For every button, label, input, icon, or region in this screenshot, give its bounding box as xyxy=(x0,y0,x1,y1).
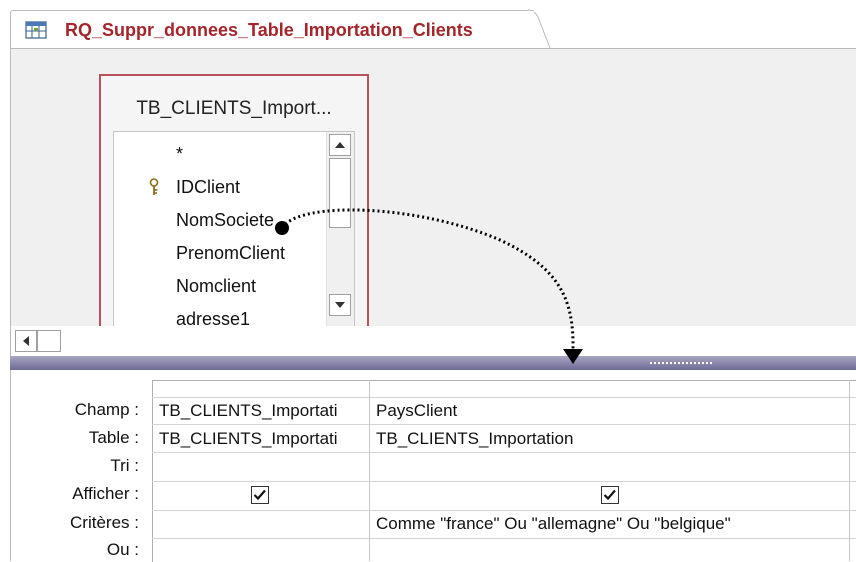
field-idclient[interactable]: IDClient xyxy=(176,177,240,198)
pane-splitter[interactable] xyxy=(10,356,856,370)
chevron-up-icon xyxy=(335,142,345,148)
col2-criteres-cell[interactable]: Comme "france" Ou "allemagne" Ou "belgiq… xyxy=(376,514,846,534)
splitter-grip[interactable] xyxy=(650,362,714,364)
primary-key-icon xyxy=(149,178,159,195)
field-prenomclient[interactable]: PrenomClient xyxy=(176,243,285,264)
field-list-scrollbar[interactable] xyxy=(326,132,354,332)
col1-afficher-checkbox[interactable] xyxy=(251,486,269,504)
grid-separator xyxy=(152,481,856,482)
col1-champ-cell[interactable]: TB_CLIENTS_Importati xyxy=(159,401,367,421)
grid-separator xyxy=(152,424,856,425)
field-nomsociete[interactable]: NomSociete xyxy=(176,210,274,231)
tab-edge xyxy=(528,9,551,49)
grid-separator xyxy=(152,510,856,511)
grid-separator xyxy=(152,397,856,398)
column-separator xyxy=(369,380,370,561)
checkmark-icon xyxy=(603,489,616,501)
row-label-afficher: Afficher : xyxy=(72,484,139,503)
document-tab-bar: RQ_Suppr_donnees_Table_Importation_Clien… xyxy=(0,0,856,49)
grid-separator xyxy=(152,538,856,539)
row-label-criteres: Critères : xyxy=(70,513,139,532)
tab-title: RQ_Suppr_donnees_Table_Importation_Clien… xyxy=(65,20,473,40)
checkmark-icon xyxy=(253,489,266,501)
scroll-left-button[interactable] xyxy=(15,330,37,352)
table-title[interactable]: TB_CLIENTS_Import... xyxy=(101,98,367,120)
scroll-down-button[interactable] xyxy=(329,294,351,316)
query-icon xyxy=(25,21,47,39)
query-tab[interactable]: RQ_Suppr_donnees_Table_Importation_Clien… xyxy=(10,10,534,49)
field-list[interactable]: * IDClient NomSociete PrenomClient Nomcl… xyxy=(113,131,355,332)
col2-table-cell[interactable]: TB_CLIENTS_Importation xyxy=(376,429,846,449)
field-all[interactable]: * xyxy=(176,144,183,165)
chevron-down-icon xyxy=(335,302,345,308)
column-separator xyxy=(849,380,850,561)
col2-afficher-checkbox[interactable] xyxy=(601,486,619,504)
field-nomclient[interactable]: Nomclient xyxy=(176,276,256,297)
table-field-list-box[interactable]: TB_CLIENTS_Import... * IDClient NomSocie… xyxy=(99,74,369,332)
row-label-tri: Tri : xyxy=(110,456,139,475)
hscroll-thumb[interactable] xyxy=(37,330,61,352)
grid-separator xyxy=(152,452,856,453)
row-label-table: Table : xyxy=(88,428,139,447)
chevron-left-icon xyxy=(23,336,29,346)
col2-champ-cell[interactable]: PaysClient xyxy=(376,401,846,421)
query-design-pane[interactable]: TB_CLIENTS_Import... * IDClient NomSocie… xyxy=(10,48,856,332)
col1-table-cell[interactable]: TB_CLIENTS_Importati xyxy=(159,429,367,449)
scroll-up-button[interactable] xyxy=(329,134,351,156)
row-label-champ: Champ : xyxy=(74,400,139,419)
row-label-ou: Ou : xyxy=(106,540,139,559)
design-pane-hscrollbar[interactable] xyxy=(10,326,856,356)
scroll-thumb[interactable] xyxy=(329,158,351,228)
